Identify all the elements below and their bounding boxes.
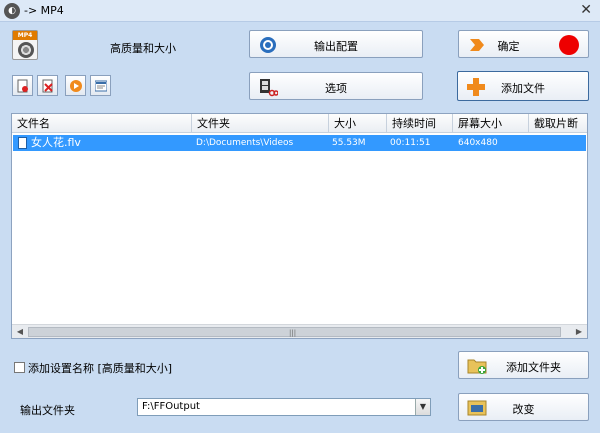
output-folder-select[interactable]: F:\FFOutput ▼ [137, 398, 431, 416]
add-setting-name-option[interactable]: 添加设置名称 [高质量和大小] [14, 360, 172, 376]
options-label: 选项 [325, 82, 347, 95]
output-config-button[interactable]: 输出配置 [249, 30, 423, 58]
remove-file-button[interactable] [12, 75, 33, 96]
clear-list-button[interactable] [37, 75, 58, 96]
play-icon [70, 80, 82, 92]
column-header-resolution[interactable]: 屏幕大小 [453, 114, 529, 133]
media-info-button[interactable] [90, 75, 111, 96]
scroll-right-icon[interactable]: ▶ [572, 326, 586, 338]
options-button[interactable]: 选项 [249, 72, 423, 100]
video-file-icon [18, 137, 27, 149]
add-setting-name-checkbox[interactable] [14, 362, 25, 373]
column-header-clip[interactable]: 截取片断 [529, 114, 587, 133]
output-folder-value: F:\FFOutput [142, 401, 200, 412]
add-file-button[interactable]: 添加文件 [457, 71, 589, 101]
table-row[interactable]: 女人花.flv D:\Documents\Videos 55.53M 00:11… [13, 135, 586, 151]
change-button[interactable]: 改变 [458, 393, 589, 421]
column-header-folder[interactable]: 文件夹 [192, 114, 329, 133]
grip-icon: ||| [289, 329, 297, 337]
output-config-label: 输出配置 [314, 40, 358, 53]
add-setting-name-label: 添加设置名称 [高质量和大小] [28, 362, 173, 375]
horizontal-scrollbar[interactable]: ◀ ||| ▶ [12, 324, 587, 338]
row-duration: 00:11:51 [390, 138, 431, 148]
row-size: 55.53M [332, 138, 366, 148]
chevron-down-icon[interactable]: ▼ [415, 399, 430, 415]
column-header-duration[interactable]: 持续时间 [387, 114, 453, 133]
row-name: 女人花.flv [31, 136, 81, 149]
mp4-film-icon[interactable]: MP4 [12, 30, 38, 60]
scrollbar-thumb[interactable]: ||| [28, 327, 561, 337]
film-reel-icon [18, 42, 34, 58]
media-info-icon [95, 80, 107, 92]
scroll-left-icon[interactable]: ◀ [13, 326, 27, 338]
preset-label: 高质量和大小 [110, 42, 176, 55]
clear-list-icon [42, 79, 53, 93]
column-header-size[interactable]: 大小 [329, 114, 387, 133]
add-folder-button[interactable]: 添加文件夹 [458, 351, 589, 379]
play-button[interactable] [65, 75, 86, 96]
file-list[interactable]: 文件名 文件夹 大小 持续时间 屏幕大小 截取片断 女人花.flv D:\Doc… [11, 113, 588, 339]
add-file-label: 添加文件 [501, 82, 545, 95]
record-dot-icon [559, 35, 579, 55]
ok-label: 确定 [497, 40, 520, 53]
row-folder: D:\Documents\Videos [196, 138, 294, 148]
column-header-name[interactable]: 文件名 [12, 114, 192, 133]
change-label: 改变 [512, 403, 535, 416]
app-icon: ◐ [4, 3, 20, 19]
title-bar: ◐ -> MP4 ✕ [0, 0, 600, 22]
window-title: -> MP4 [24, 4, 64, 17]
output-folder-label: 输出文件夹 [20, 404, 75, 417]
add-folder-label: 添加文件夹 [506, 361, 561, 374]
mp4-tag: MP4 [13, 31, 37, 40]
row-resolution: 640x480 [458, 138, 498, 148]
file-list-header: 文件名 文件夹 大小 持续时间 屏幕大小 截取片断 [12, 114, 587, 133]
close-icon[interactable]: ✕ [580, 2, 592, 18]
remove-file-icon [17, 79, 28, 93]
ok-button[interactable]: 确定 [458, 30, 589, 58]
